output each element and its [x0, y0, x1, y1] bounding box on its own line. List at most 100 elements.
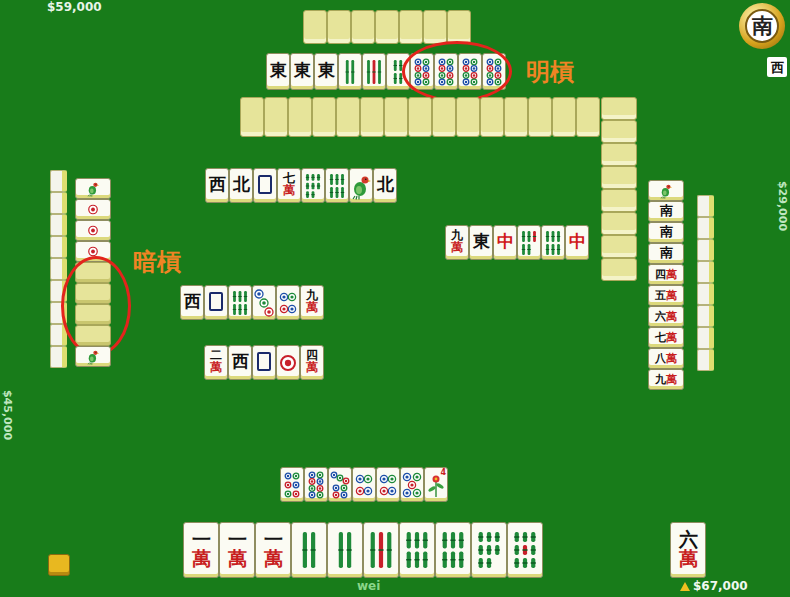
wall-tile	[423, 10, 447, 44]
discard-tile: 西	[228, 345, 252, 380]
discard-tile	[541, 225, 565, 260]
discard-tile: 四萬	[300, 345, 324, 380]
hidden-tile	[50, 280, 67, 302]
hand-tile[interactable]	[399, 522, 435, 578]
tile-text: 東	[473, 233, 490, 252]
dots-icon	[254, 289, 274, 317]
turn-arrow-icon	[680, 582, 690, 591]
hidden-tile	[50, 170, 67, 192]
discard-tile	[376, 467, 400, 502]
hand-tile[interactable]: 一萬	[255, 522, 291, 578]
tile-rank: 九	[306, 289, 318, 301]
hidden-tile	[697, 239, 714, 261]
hidden-tile	[50, 324, 67, 346]
meld-tile: 四萬	[648, 264, 684, 285]
seat-wind: 西	[767, 57, 787, 77]
wall-tile	[384, 97, 408, 137]
tile-text: 西	[232, 353, 249, 372]
drawn-tile[interactable]: 六萬	[670, 522, 706, 578]
wall-tile	[456, 97, 480, 137]
tile-text: 九萬	[451, 229, 463, 256]
bamboo-icon	[519, 229, 539, 257]
tile-rank: 二	[210, 349, 222, 361]
wall-tile	[601, 258, 637, 281]
tile-text: 東	[270, 62, 287, 81]
wall-tile	[351, 10, 375, 44]
wall-tile	[303, 10, 327, 44]
tile-rank: 一	[264, 530, 283, 549]
tile-suit: 萬	[283, 184, 295, 196]
dots-icon	[278, 349, 298, 377]
tile-rank: 九	[451, 229, 463, 241]
wall-tile	[601, 189, 637, 212]
tile-suit: 萬	[666, 374, 677, 385]
wall-tile	[408, 97, 432, 137]
hidden-tile	[697, 195, 714, 217]
bottom-score: $67,000	[680, 580, 748, 592]
tile-text: 七萬	[655, 332, 677, 344]
hidden-hand	[50, 170, 67, 368]
hidden-tile	[697, 349, 714, 371]
tile-suit: 萬	[679, 549, 698, 568]
hidden-tile	[697, 217, 714, 239]
tile-text: 南	[660, 246, 673, 261]
hand-tile[interactable]	[435, 522, 471, 578]
top-wall	[240, 97, 600, 137]
wall-tile	[576, 97, 600, 137]
discard-tile	[325, 168, 349, 203]
discard-tile: 七萬	[277, 168, 301, 203]
hand-tile[interactable]: 一萬	[219, 522, 255, 578]
meld	[75, 178, 111, 199]
hand-tile[interactable]	[507, 522, 543, 578]
tile-text: 東	[294, 62, 311, 81]
meld-tile	[386, 53, 410, 90]
hidden-tile	[697, 261, 714, 283]
wall-tile	[375, 10, 399, 44]
bamboo-icon	[402, 527, 432, 573]
meld-tile	[338, 53, 362, 90]
tile-text: 一萬	[264, 530, 283, 571]
dots-icon	[378, 471, 398, 499]
bamboo-icon	[340, 57, 360, 87]
bottom-discards: 4	[280, 467, 448, 502]
discard-tile: 中	[493, 225, 517, 260]
wall-tile	[264, 97, 288, 137]
hand-tile[interactable]	[291, 522, 327, 578]
meld-tile: 南	[648, 243, 684, 264]
hand-tile[interactable]	[471, 522, 507, 578]
meld-tile: 八萬	[648, 348, 684, 369]
hand-tile[interactable]	[363, 522, 399, 578]
dots-icon	[306, 471, 326, 499]
tile-suit: 萬	[306, 301, 318, 313]
tile-rank: 六	[655, 311, 666, 322]
bird-icon	[351, 172, 371, 200]
discard-tile	[252, 285, 276, 320]
round-wind-badge: 南	[739, 3, 785, 49]
bird-icon	[86, 180, 100, 197]
discard-tile	[400, 467, 424, 502]
wall-tile	[601, 212, 637, 235]
tile-rank: 一	[192, 530, 211, 549]
hand-tile[interactable]	[327, 522, 363, 578]
discard-tile	[328, 467, 352, 502]
hidden-tile	[50, 214, 67, 236]
tile-rank: 九	[655, 374, 666, 385]
discard-tile	[517, 225, 541, 260]
top-melds: 東東東明槓	[266, 53, 506, 90]
tile-text: 九萬	[306, 289, 318, 316]
discard-tile: 二萬	[204, 345, 228, 380]
wall-tile	[601, 97, 637, 120]
meld-tile-back	[75, 325, 111, 346]
menu-button[interactable]	[48, 554, 70, 576]
wall-tile	[447, 10, 471, 44]
meld: 暗槓	[75, 262, 111, 346]
tile-rank: 四	[655, 269, 666, 280]
tile-text: 中	[569, 233, 586, 252]
discard-tile: 九萬	[300, 285, 324, 320]
discard-tile	[276, 345, 300, 380]
tile-suit: 萬	[666, 311, 677, 322]
discard-tile	[352, 467, 376, 502]
flower-number: 4	[440, 469, 446, 477]
hand-tile[interactable]: 一萬	[183, 522, 219, 578]
discard-tile	[204, 285, 228, 320]
